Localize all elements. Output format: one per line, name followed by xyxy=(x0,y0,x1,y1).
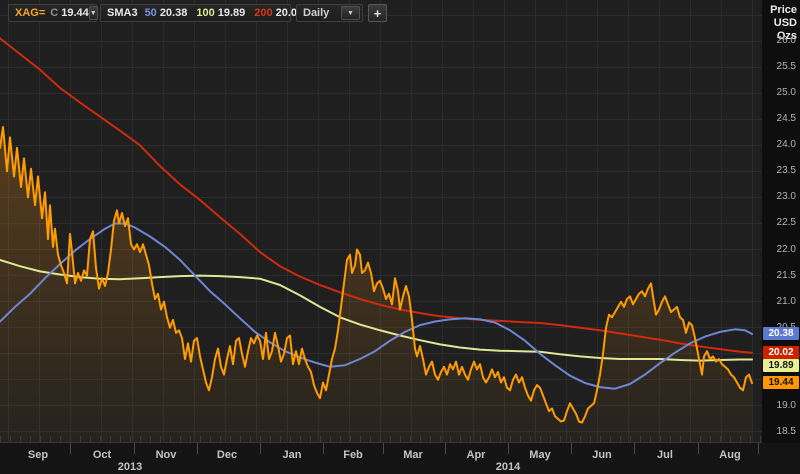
month-tick xyxy=(758,443,759,454)
month-label: Jul xyxy=(645,449,685,461)
month-tick xyxy=(634,443,635,454)
year-label: 2014 xyxy=(488,461,528,473)
month-label: Sep xyxy=(18,449,58,461)
year-label: 2013 xyxy=(110,461,150,473)
price-chart-svg xyxy=(0,0,762,443)
y-axis-label: 18.5 xyxy=(764,426,796,438)
month-label: May xyxy=(520,449,560,461)
y-axis-label: 22.0 xyxy=(764,244,796,256)
y-axis-label: 24.5 xyxy=(764,113,796,125)
month-tick xyxy=(508,443,509,454)
month-label: Apr xyxy=(456,449,496,461)
price-badge-sma200: 20.02 xyxy=(763,346,799,359)
month-label: Dec xyxy=(207,449,247,461)
y-axis-label: 26.0 xyxy=(764,35,796,47)
month-label: Feb xyxy=(333,449,373,461)
interval-select[interactable]: Daily ▼ xyxy=(296,4,363,22)
month-tick xyxy=(445,443,446,454)
sma-indicator-panel[interactable]: SMA3 50 20.38 100 19.89 200 20.02 ▼ xyxy=(100,4,291,22)
month-tick xyxy=(323,443,324,454)
month-label: Nov xyxy=(146,449,186,461)
charting-app-window: PriceUSDOzs 26.025.525.024.524.023.523.0… xyxy=(0,0,800,474)
dropdown-arrow-icon: ▼ xyxy=(347,10,354,17)
month-tick xyxy=(134,443,135,454)
y-axis-label: 25.0 xyxy=(764,87,796,99)
price-badge-sma100: 19.89 xyxy=(763,359,799,372)
dropdown-arrow-icon: ▼ xyxy=(90,10,97,17)
y-axis-label: 24.0 xyxy=(764,139,796,151)
sma-label: SMA3 xyxy=(107,7,138,19)
instrument-last-price: 19.44 xyxy=(61,7,89,19)
instrument-dropdown-button[interactable]: ▼ xyxy=(89,6,98,20)
instrument-panel[interactable]: XAG= C 19.44 ▼ xyxy=(8,4,97,22)
add-chart-button[interactable]: + xyxy=(368,4,387,22)
month-tick xyxy=(383,443,384,454)
sma50-value: 20.38 xyxy=(160,7,188,19)
plus-icon: + xyxy=(374,6,382,21)
price-badge-sma50: 20.38 xyxy=(763,327,799,340)
sma100-period: 100 xyxy=(196,7,214,19)
month-tick xyxy=(70,443,71,454)
date-axis[interactable]: Sep Oct Nov Dec Jan Feb Mar Apr May Jun Jul Aug 201… xyxy=(0,443,800,474)
sma100-value: 19.89 xyxy=(218,7,246,19)
interval-dropdown-button[interactable]: ▼ xyxy=(341,6,360,20)
y-axis-label: 25.5 xyxy=(764,61,796,73)
y-axis-label: 23.5 xyxy=(764,165,796,177)
y-axis-label: 19.0 xyxy=(764,400,796,412)
y-axis-label: 23.0 xyxy=(764,191,796,203)
month-tick xyxy=(571,443,572,454)
minor-date-ticks xyxy=(0,436,762,442)
sma50-period: 50 xyxy=(145,7,157,19)
month-label: Mar xyxy=(393,449,433,461)
month-label: Jun xyxy=(582,449,622,461)
month-label: Jan xyxy=(272,449,312,461)
y-axis-label: 21.5 xyxy=(764,270,796,282)
sma200-period: 200 xyxy=(254,7,272,19)
chart-toolbar: XAG= C 19.44 ▼ SMA3 50 20.38 100 19.89 2… xyxy=(0,0,762,26)
instrument-field: C xyxy=(50,7,58,19)
y-axis-label: 21.0 xyxy=(764,296,796,308)
y-axis-label: 22.5 xyxy=(764,217,796,229)
instrument-symbol: XAG= xyxy=(15,7,45,19)
price-badge-price: 19.44 xyxy=(763,376,799,389)
interval-value: Daily xyxy=(303,7,329,19)
month-label: Aug xyxy=(710,449,750,461)
chart-plot[interactable] xyxy=(0,0,762,443)
month-tick xyxy=(197,443,198,454)
month-tick xyxy=(698,443,699,454)
month-label: Oct xyxy=(82,449,122,461)
month-tick xyxy=(260,443,261,454)
price-axis[interactable]: PriceUSDOzs 26.025.525.024.524.023.523.0… xyxy=(762,0,800,443)
